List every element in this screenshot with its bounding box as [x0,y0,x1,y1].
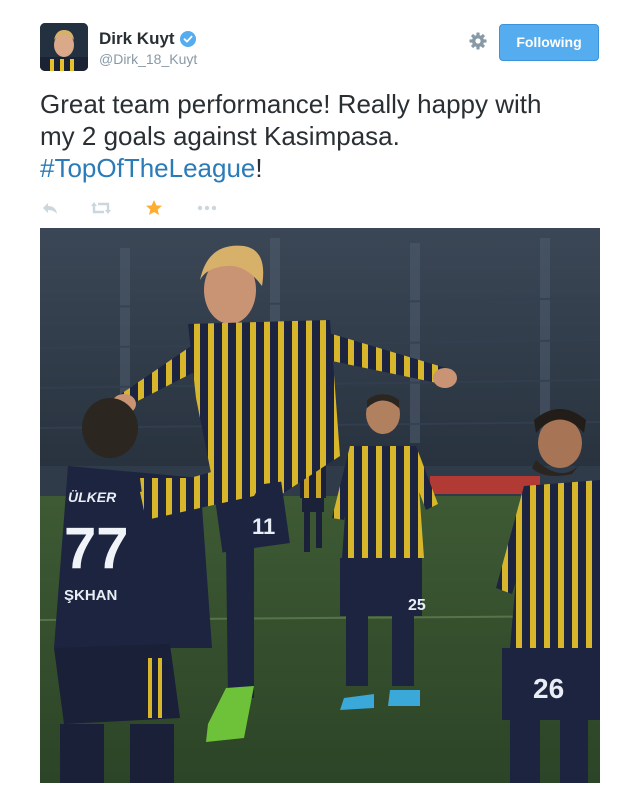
following-button[interactable]: Following [499,24,599,61]
middle-player-number: 25 [408,597,426,614]
favorite-star-icon[interactable] [144,198,164,218]
author-handle[interactable]: @Dirk_18_Kuyt [99,51,197,67]
left-player-name: ÜLKER [68,489,117,505]
left-player-surname: ŞKHAN [64,587,117,604]
author-name[interactable]: Dirk Kuyt [99,29,175,49]
football-celebration-image: 25 26 11 ÜLKER 77 ŞKHAN [40,228,600,783]
hashtag-link[interactable]: #TopOfTheLeague [40,153,255,183]
right-player-number: 26 [533,673,564,704]
verified-badge-icon [179,31,196,47]
tweet-text-end: ! [255,153,263,183]
author-name-row: Dirk Kuyt [99,29,197,49]
author-block: Dirk Kuyt @Dirk_18_Kuyt [99,29,197,67]
tweet-text-line-1: Great team performance! Really happy wit… [40,89,542,119]
retweet-icon[interactable] [90,198,111,218]
left-player-number: 77 [64,516,129,581]
avatar-image [40,23,88,71]
jumping-player-number: 11 [252,514,275,539]
tweet-photo[interactable]: 25 26 11 ÜLKER 77 ŞKHAN [40,228,600,783]
reply-icon[interactable] [40,198,60,218]
avatar[interactable] [40,23,88,71]
tweet-text-line-2: my 2 goals against Kasimpasa. [40,121,400,151]
more-icon[interactable] [196,198,217,218]
gear-icon[interactable] [468,31,488,51]
tweet-text: Great team performance! Really happy wit… [40,88,610,184]
tweet-card: Dirk Kuyt @Dirk_18_Kuyt Following Great … [0,0,637,789]
